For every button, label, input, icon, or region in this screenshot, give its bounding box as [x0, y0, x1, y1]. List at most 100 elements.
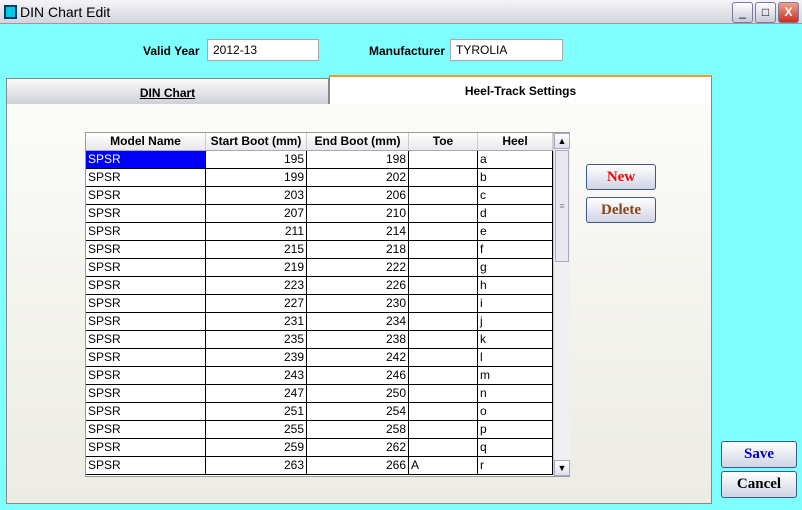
cell-toe[interactable]: [409, 223, 478, 240]
cell-model-name[interactable]: SPSR: [86, 385, 206, 402]
table-row[interactable]: SPSR 251 254 o: [86, 403, 553, 421]
cell-model-name[interactable]: SPSR: [86, 151, 206, 168]
table-row[interactable]: SPSR 227 230 i: [86, 295, 553, 313]
vertical-scrollbar[interactable]: ▲ ≡ ▼: [553, 133, 570, 476]
cell-start-boot[interactable]: 255: [206, 421, 307, 438]
cell-heel[interactable]: b: [478, 169, 553, 186]
cell-end-boot[interactable]: 242: [307, 349, 409, 366]
cell-toe[interactable]: [409, 421, 478, 438]
cell-start-boot[interactable]: 263: [206, 457, 307, 474]
cell-model-name[interactable]: SPSR: [86, 241, 206, 258]
cell-heel[interactable]: l: [478, 349, 553, 366]
tab-heel-track-settings[interactable]: Heel-Track Settings: [329, 75, 712, 104]
save-button[interactable]: Save: [721, 441, 797, 468]
cell-heel[interactable]: d: [478, 205, 553, 222]
cell-heel[interactable]: r: [478, 457, 553, 474]
cell-end-boot[interactable]: 198: [307, 151, 409, 168]
minimize-button[interactable]: _: [732, 2, 753, 23]
close-button[interactable]: X: [778, 2, 799, 23]
table-row[interactable]: SPSR 199 202 b: [86, 169, 553, 187]
cell-end-boot[interactable]: 218: [307, 241, 409, 258]
cell-model-name[interactable]: SPSR: [86, 421, 206, 438]
table-row[interactable]: SPSR 223 226 h: [86, 277, 553, 295]
cell-heel[interactable]: c: [478, 187, 553, 204]
scroll-up-icon[interactable]: ▲: [554, 133, 570, 149]
cell-end-boot[interactable]: 234: [307, 313, 409, 330]
cell-model-name[interactable]: SPSR: [86, 349, 206, 366]
cell-heel[interactable]: j: [478, 313, 553, 330]
cancel-button[interactable]: Cancel: [721, 471, 797, 498]
cell-start-boot[interactable]: 203: [206, 187, 307, 204]
cell-start-boot[interactable]: 243: [206, 367, 307, 384]
cell-end-boot[interactable]: 246: [307, 367, 409, 384]
cell-toe[interactable]: [409, 331, 478, 348]
cell-heel[interactable]: e: [478, 223, 553, 240]
table-row[interactable]: SPSR 239 242 l: [86, 349, 553, 367]
cell-end-boot[interactable]: 250: [307, 385, 409, 402]
cell-model-name[interactable]: SPSR: [86, 205, 206, 222]
cell-start-boot[interactable]: 231: [206, 313, 307, 330]
cell-toe[interactable]: A: [409, 457, 478, 474]
cell-heel[interactable]: h: [478, 277, 553, 294]
new-button[interactable]: New: [586, 164, 656, 190]
table-row[interactable]: SPSR 195 198 a: [86, 151, 553, 169]
table-row[interactable]: SPSR 203 206 c: [86, 187, 553, 205]
cell-model-name[interactable]: SPSR: [86, 277, 206, 294]
table-row[interactable]: SPSR 235 238 k: [86, 331, 553, 349]
cell-heel[interactable]: q: [478, 439, 553, 456]
cell-start-boot[interactable]: 247: [206, 385, 307, 402]
cell-model-name[interactable]: SPSR: [86, 313, 206, 330]
table-row[interactable]: SPSR 259 262 q: [86, 439, 553, 457]
cell-model-name[interactable]: SPSR: [86, 259, 206, 276]
cell-toe[interactable]: [409, 169, 478, 186]
cell-model-name[interactable]: SPSR: [86, 223, 206, 240]
cell-start-boot[interactable]: 211: [206, 223, 307, 240]
cell-toe[interactable]: [409, 241, 478, 258]
cell-start-boot[interactable]: 195: [206, 151, 307, 168]
cell-toe[interactable]: [409, 313, 478, 330]
cell-end-boot[interactable]: 230: [307, 295, 409, 312]
cell-model-name[interactable]: SPSR: [86, 169, 206, 186]
cell-toe[interactable]: [409, 187, 478, 204]
column-header-heel[interactable]: Heel: [478, 133, 553, 150]
cell-toe[interactable]: [409, 367, 478, 384]
manufacturer-field[interactable]: TYROLIA: [450, 39, 563, 61]
column-header-end-boot[interactable]: End Boot (mm): [307, 133, 409, 150]
cell-end-boot[interactable]: 254: [307, 403, 409, 420]
cell-toe[interactable]: [409, 349, 478, 366]
cell-toe[interactable]: [409, 277, 478, 294]
table-row[interactable]: SPSR 247 250 n: [86, 385, 553, 403]
cell-start-boot[interactable]: 259: [206, 439, 307, 456]
cell-end-boot[interactable]: 222: [307, 259, 409, 276]
scroll-down-icon[interactable]: ▼: [554, 460, 570, 476]
cell-model-name[interactable]: SPSR: [86, 187, 206, 204]
cell-toe[interactable]: [409, 205, 478, 222]
table-row[interactable]: SPSR 215 218 f: [86, 241, 553, 259]
valid-year-field[interactable]: 2012-13: [207, 39, 319, 61]
cell-toe[interactable]: [409, 439, 478, 456]
cell-end-boot[interactable]: 258: [307, 421, 409, 438]
tab-din-chart[interactable]: DIN Chart: [6, 78, 329, 104]
cell-toe[interactable]: [409, 403, 478, 420]
cell-end-boot[interactable]: 206: [307, 187, 409, 204]
cell-model-name[interactable]: SPSR: [86, 367, 206, 384]
cell-toe[interactable]: [409, 151, 478, 168]
cell-start-boot[interactable]: 227: [206, 295, 307, 312]
cell-toe[interactable]: [409, 259, 478, 276]
cell-start-boot[interactable]: 207: [206, 205, 307, 222]
cell-start-boot[interactable]: 219: [206, 259, 307, 276]
cell-model-name[interactable]: SPSR: [86, 439, 206, 456]
table-row[interactable]: SPSR 207 210 d: [86, 205, 553, 223]
column-header-model-name[interactable]: Model Name: [86, 133, 206, 150]
cell-toe[interactable]: [409, 295, 478, 312]
cell-model-name[interactable]: SPSR: [86, 457, 206, 474]
maximize-button[interactable]: □: [755, 2, 776, 23]
cell-end-boot[interactable]: 266: [307, 457, 409, 474]
cell-start-boot[interactable]: 199: [206, 169, 307, 186]
table-row[interactable]: SPSR 255 258 p: [86, 421, 553, 439]
cell-end-boot[interactable]: 214: [307, 223, 409, 240]
cell-start-boot[interactable]: 223: [206, 277, 307, 294]
cell-heel[interactable]: n: [478, 385, 553, 402]
table-row[interactable]: SPSR 219 222 g: [86, 259, 553, 277]
cell-end-boot[interactable]: 226: [307, 277, 409, 294]
